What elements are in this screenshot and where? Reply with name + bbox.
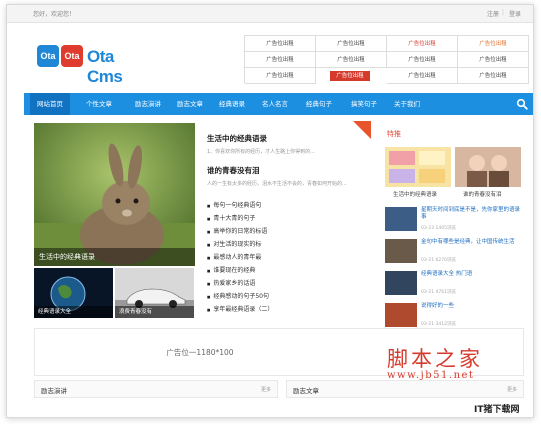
article-link[interactable]: 享年最经典语录（二） xyxy=(207,304,273,313)
hero-rabbit-image[interactable]: 生活中的经典语录 xyxy=(34,123,195,266)
article-link[interactable]: 每句一句经典语句 xyxy=(207,200,261,209)
featured-item-title[interactable]: 星期天时间到底是不是，先你家里的语录事 xyxy=(421,207,521,221)
featured-item-image[interactable] xyxy=(385,207,417,231)
section-more-link[interactable]: 更多 xyxy=(261,386,271,393)
featured-title: 特推 xyxy=(387,130,401,138)
headline-2-summary: 人的一生有太多的经历，泪水不生活不会的，青春如何开始的... xyxy=(207,181,347,187)
logo-mark-red: Ota xyxy=(61,45,83,67)
article-link[interactable]: 对生活的现实的标 xyxy=(207,239,261,248)
ad-link[interactable]: 广告位出租 xyxy=(245,52,316,68)
featured-item-title[interactable]: 说得好的一些 xyxy=(421,303,521,310)
ad-link[interactable]: 广告位出租 xyxy=(458,68,529,84)
featured-caption-2[interactable]: 谁的青春没有泪 xyxy=(463,190,502,198)
thumb-earth[interactable]: 经典语录大全 xyxy=(34,268,113,318)
nav-item[interactable]: 搞笑句子 xyxy=(344,93,384,115)
featured-item-title[interactable]: 金句中有哪些是经典，让中国传统生活 xyxy=(421,239,521,246)
logo-text: Ota Cms xyxy=(87,47,123,86)
ad-link[interactable]: 广告位出租 xyxy=(245,68,316,84)
nav-item[interactable]: 励志文章 xyxy=(172,93,208,115)
nav-item[interactable]: 经典句子 xyxy=(300,93,338,115)
nav-item[interactable]: 经典语录 xyxy=(214,93,250,115)
nav-item[interactable]: 名人名言 xyxy=(256,93,294,115)
site-logo[interactable]: Ota Ota Ota Cms xyxy=(37,43,137,86)
thumb-earth-caption: 经典语录大全 xyxy=(34,306,113,318)
featured-sidebar: 特推 生活中的经典语录 谁的青春没有泪 星期天时间到底是不是，先你家里的语录事 0… xyxy=(383,123,523,327)
headline-1[interactable]: 生活中的经典语录 xyxy=(207,133,267,144)
people-illustration xyxy=(455,147,521,187)
search-icon[interactable] xyxy=(516,98,528,110)
ad-link[interactable]: 广告位出租 xyxy=(316,36,387,52)
nav-item[interactable]: 网站首页 xyxy=(30,93,70,115)
article-link[interactable]: 最感动人的青年最 xyxy=(207,252,261,261)
featured-caption-1[interactable]: 生活中的经典语录 xyxy=(393,190,437,198)
featured-item-title[interactable]: 经典语录大全 热门语 xyxy=(421,271,521,278)
featured-image-1[interactable] xyxy=(385,147,451,187)
featured-item-meta: 03-21 3412浏览 xyxy=(421,322,456,327)
watermark-corner: IT猪下载网 xyxy=(474,405,520,415)
ad-link[interactable]: 广告位出租 xyxy=(458,36,529,52)
watermark-url: www.jb51.net xyxy=(387,370,475,381)
featured-item-meta: 03-21 4761浏览 xyxy=(421,290,456,295)
register-link[interactable]: 注册 xyxy=(487,9,499,18)
headline-column: 生活中的经典语录 1、你喜欢你所有的经历，才人生路上你得到的... 谁的青春没有… xyxy=(203,123,373,323)
article-link[interactable]: 热爱家乡的话语 xyxy=(207,278,255,287)
main-nav: 网站首页 个性文章 励志演讲 励志文章 经典语录 名人名言 经典句子 搞笑句子 关于我们 xyxy=(24,93,533,115)
featured-item-meta: 03-23 1405浏览 xyxy=(421,226,456,231)
featured-image-2[interactable] xyxy=(455,147,521,187)
ad-link[interactable]: 广告位出租 xyxy=(387,68,458,84)
ad-link[interactable]: 广告位出租 xyxy=(387,36,458,52)
top-separator: | xyxy=(502,9,505,16)
rabbit-illustration xyxy=(34,123,195,266)
featured-item-image[interactable] xyxy=(385,271,417,295)
thumb-car-caption: 浪费青春没有 xyxy=(115,306,194,318)
article-link[interactable]: 高举你的日常的标语 xyxy=(207,226,267,235)
article-link[interactable]: 谁要现在的经典 xyxy=(207,265,255,274)
hero-caption: 生活中的经典语录 xyxy=(34,248,195,266)
section-title: 励志文章 xyxy=(293,387,319,395)
section-more-link[interactable]: 更多 xyxy=(507,386,517,393)
nav-item[interactable]: 励志演讲 xyxy=(130,93,166,115)
article-link[interactable]: 青十大青的句子 xyxy=(207,213,255,222)
cartoon-illustration xyxy=(385,147,451,187)
ad-link[interactable]: 广告位出租 xyxy=(387,52,458,68)
browser-screenshot-frame: 您好，欢迎您！ 注册 | 登录 Ota Ota Ota Cms 广告位出租 广告位… xyxy=(6,4,534,418)
ad-banner-text: 广告位一1180*100 xyxy=(166,348,234,357)
logo-mark-blue: Ota xyxy=(37,45,59,67)
watermark-text: 脚本之家 xyxy=(387,347,483,371)
nav-item[interactable]: 个性文章 xyxy=(80,93,118,115)
featured-item-image[interactable] xyxy=(385,303,417,327)
thumb-car[interactable]: 浪费青春没有 xyxy=(115,268,194,318)
nav-item[interactable]: 关于我们 xyxy=(390,93,424,115)
ad-link[interactable]: 广告位出租 xyxy=(330,71,370,81)
section-header-articles: 励志文章 更多 xyxy=(286,380,524,398)
headline-2[interactable]: 谁的青春没有泪 xyxy=(207,165,260,176)
headline-1-summary: 1、你喜欢你所有的经历，才人生路上你得到的... xyxy=(207,149,315,155)
ad-link[interactable]: 广告位出租 xyxy=(458,52,529,68)
top-bar: 您好，欢迎您！ 注册 | 登录 xyxy=(7,5,533,23)
ad-link[interactable]: 广告位出租 xyxy=(245,36,316,52)
login-link[interactable]: 登录 xyxy=(509,9,521,18)
section-title: 励志演讲 xyxy=(41,387,67,395)
section-header-speeches: 励志演讲 更多 xyxy=(34,380,278,398)
featured-item-image[interactable] xyxy=(385,239,417,263)
new-corner-badge xyxy=(353,121,371,139)
ad-link-grid: 广告位出租 广告位出租 广告位出租 广告位出租 广告位出租 广告位出租 广告位出租 广告位出租… xyxy=(244,35,529,84)
article-link[interactable]: 经典感动的句子50句 xyxy=(207,291,269,300)
ad-link[interactable]: 广告位出租 xyxy=(316,52,387,68)
featured-item-meta: 03-21 6270浏览 xyxy=(421,258,456,263)
welcome-text: 您好，欢迎您！ xyxy=(33,11,76,18)
